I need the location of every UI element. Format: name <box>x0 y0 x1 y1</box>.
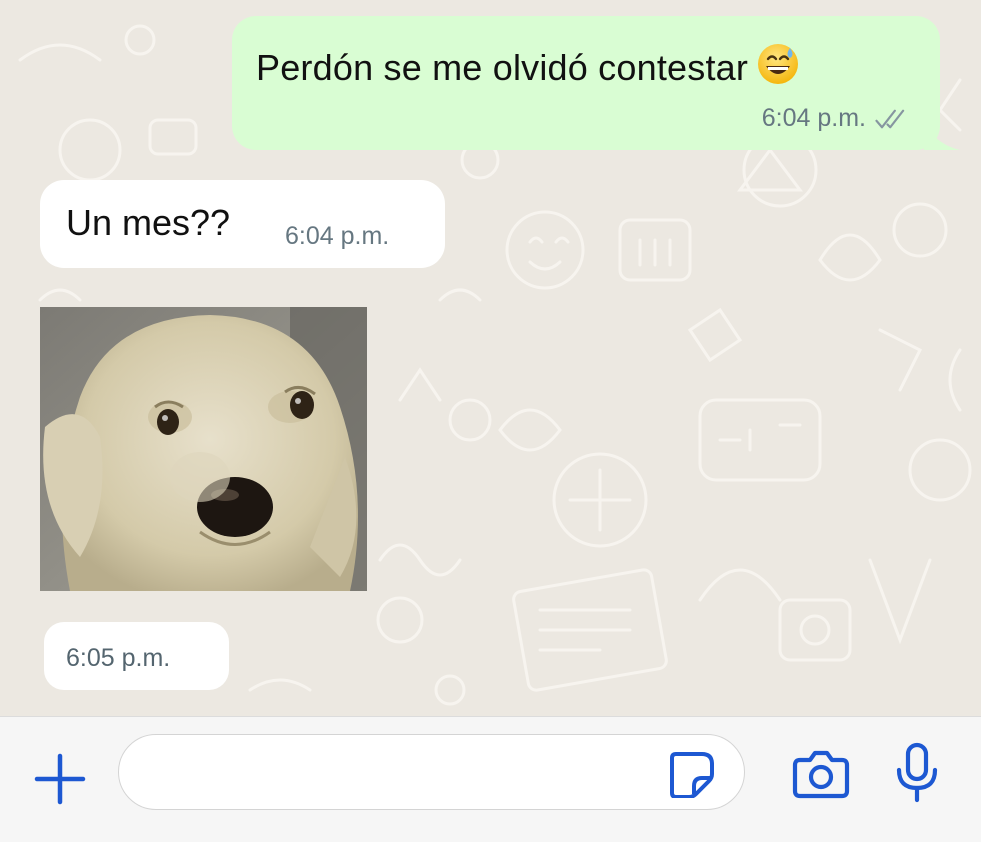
grinning-face-with-sweat-icon <box>758 44 799 84</box>
sticker-icon[interactable] <box>668 750 716 798</box>
incoming-message[interactable]: Un mes?? 6:04 p.m. <box>40 180 445 268</box>
message-input[interactable] <box>118 734 745 810</box>
message-text: Un mes?? <box>66 202 231 243</box>
plus-icon[interactable] <box>33 752 87 806</box>
outgoing-message[interactable]: Perdón se me olvidó contestar 6:04 p.m. <box>232 16 960 150</box>
message-meta: 6:04 p.m. <box>762 104 912 133</box>
message-time: 6:04 p.m. <box>285 222 390 250</box>
double-check-icon <box>875 109 905 128</box>
camera-icon[interactable] <box>792 746 850 800</box>
message-text-content: Perdón se me olvidó contestar <box>256 47 749 88</box>
sad-puppy-face-image <box>40 307 367 591</box>
bubble-tail <box>924 120 960 150</box>
puppy-sticker[interactable] <box>40 307 367 591</box>
chat-area: Perdón se me olvidó contestar 6:04 p.m. <box>0 0 981 716</box>
message-text: Perdón se me olvidó contestar <box>256 42 800 89</box>
message-time: 6:05 p.m. <box>66 644 171 672</box>
sticker-time-badge: 6:05 p.m. <box>44 622 229 690</box>
microphone-icon[interactable] <box>894 742 940 804</box>
message-time: 6:04 p.m. <box>761 104 866 132</box>
